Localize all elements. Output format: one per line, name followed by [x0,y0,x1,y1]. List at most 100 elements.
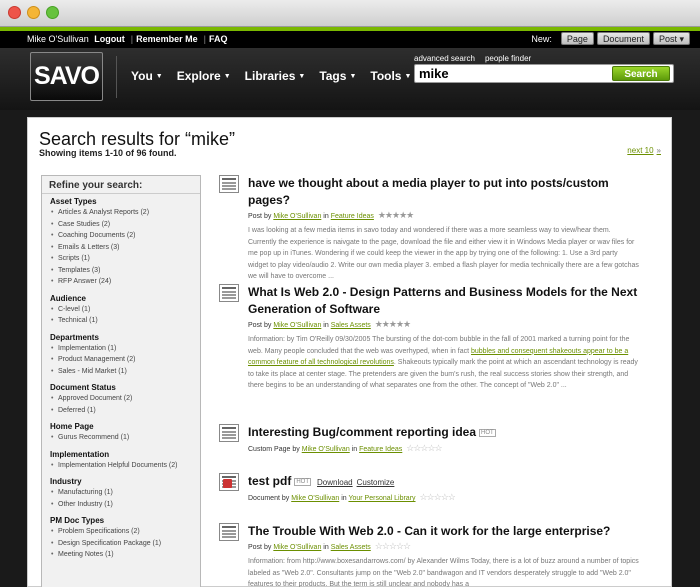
author-link[interactable]: Mike O'Sullivan [291,495,339,502]
title-link[interactable]: test pdf [248,474,291,488]
facet-item[interactable]: Other Industry (1) [50,499,192,511]
facet-item[interactable]: Approved Document (2) [50,393,192,405]
facet-item[interactable]: Implementation (1) [50,343,192,355]
library-link[interactable]: Sales Assets [331,322,371,329]
title-link[interactable]: Interesting Bug/comment reporting idea [248,425,476,439]
chevron-down-icon: ▼ [155,73,163,80]
library-link[interactable]: Feature Ideas [331,213,374,220]
snippet-text: I was looking at a few media items in sa… [248,227,639,280]
facet-item[interactable]: Implementation Helpful Documents (2) [50,460,192,472]
faq-link[interactable]: FAQ [209,34,228,44]
post-icon [219,523,239,541]
zoom-window-button[interactable] [46,6,59,19]
rating-stars-empty-icon[interactable]: ☆☆☆☆☆ [406,443,442,453]
library-link[interactable]: Feature Ideas [359,446,402,453]
result-meta: Post by Mike O'Sullivan in Feature Ideas… [248,210,639,221]
download-link[interactable]: Download [317,478,353,487]
facet-item[interactable]: Manufacturing (1) [50,487,192,499]
facet-group: IndustryManufacturing (1)Other Industry … [50,477,192,510]
result-item: have we thought about a media player to … [219,175,639,283]
facet-group: PM Doc TypesProblem Specifications (2)De… [50,516,192,561]
facet-item[interactable]: Scripts (1) [50,253,192,265]
facet-item[interactable]: Product Management (2) [50,354,192,366]
facet-item[interactable]: Gurus Recommend (1) [50,432,192,444]
facet-item[interactable]: Articles & Analyst Reports (2) [50,207,192,219]
result-snippet: Information: by Tim O'Reilly 09/30/2005 … [248,334,639,392]
page-icon [219,424,239,442]
author-link[interactable]: Mike O'Sullivan [273,213,321,220]
new-document-button[interactable]: Document [596,32,650,45]
chevron-down-icon: ▼ [404,73,412,80]
new-page-button[interactable]: Page [560,32,594,45]
facet-item[interactable]: Emails & Letters (3) [50,242,192,254]
result-meta: Document by Mike O'Sullivan in Your Pers… [248,492,639,503]
top-utility-bar: Mike O'Sullivan Logout | Remember Me | FAQ N… [0,31,700,48]
minimize-window-button[interactable] [27,6,40,19]
result-type: Custom Page by [248,446,300,453]
menu-tags[interactable]: Tags ▼ [319,69,356,83]
author-link[interactable]: Mike O'Sullivan [302,446,350,453]
username: Mike O'Sullivan [27,34,89,44]
result-title[interactable]: The Trouble With Web 2.0 - Can it work f… [248,523,639,540]
result-item: test pdf HOT Download Customize Document by… [219,473,639,503]
rating-stars-empty-icon[interactable]: ☆☆☆☆☆ [419,492,455,502]
rating-stars-icon[interactable]: ★★★★★ [375,319,411,329]
new-post-button[interactable]: Post ▾ [652,32,690,45]
result-item: The Trouble With Web 2.0 - Can it work f… [219,523,639,587]
post-icon [219,284,239,302]
rating-stars-empty-icon[interactable]: ☆☆☆☆☆ [375,541,411,551]
savo-logo[interactable]: SAVO [30,52,103,101]
menu-explore[interactable]: Explore ▼ [177,69,231,83]
search-links: advanced search people finder [414,54,541,63]
results-count: Showing items 1-10 of 96 found. [39,148,177,158]
double-chevron-right-icon: » [656,146,661,155]
facet-item[interactable]: Design Specification Package (1) [50,538,192,550]
facet-item[interactable]: Meeting Notes (1) [50,549,192,561]
facet-item[interactable]: Templates (3) [50,265,192,277]
search-input[interactable] [415,65,605,82]
result-meta: Post by Mike O'Sullivan in Sales Assets … [248,541,639,552]
menu-label: Explore [176,69,221,83]
facet-item[interactable]: RFP Answer (24) [50,276,192,288]
logout-link[interactable]: Logout [94,34,125,44]
menu-label: Tools [370,69,402,83]
in-label: in [323,544,329,551]
library-link[interactable]: Sales Assets [331,544,371,551]
chevron-down-icon: ▼ [298,73,306,80]
customize-link[interactable]: Customize [357,478,395,487]
facet-item[interactable]: Coaching Documents (2) [50,230,192,242]
people-finder-link[interactable]: people finder [485,54,531,63]
facet-item[interactable]: Sales - Mid Market (1) [50,366,192,378]
facet-item[interactable]: Problem Specifications (2) [50,526,192,538]
rating-stars-icon[interactable]: ★★★★★ [378,210,414,220]
chevron-down-icon: ▼ [223,73,231,80]
result-title[interactable]: have we thought about a media player to … [248,175,639,209]
facet-group: Home PageGurus Recommend (1) [50,422,192,444]
author-link[interactable]: Mike O'Sullivan [273,322,321,329]
advanced-search-link[interactable]: advanced search [414,54,475,63]
next-page-link[interactable]: next 10» [627,146,661,155]
result-title[interactable]: What Is Web 2.0 - Design Patterns and Bu… [248,284,639,318]
facet-item[interactable]: Case Studies (2) [50,219,192,231]
result-type: Document by [248,495,290,502]
in-label: in [351,446,358,453]
in-label: in [341,495,347,502]
result-item: Interesting Bug/comment reporting idea HO… [219,424,639,454]
facet-group-title: Home Page [50,422,94,431]
next-label: next 10 [627,146,654,155]
snippet-text: Information: from http://www.boxesandarr… [248,558,639,587]
menu-you[interactable]: You ▼ [131,69,163,83]
author-link[interactable]: Mike O'Sullivan [273,544,321,551]
remember-me-link[interactable]: Remember Me [136,34,198,44]
search-button[interactable]: Search [612,66,670,81]
facet-item[interactable]: Deferred (1) [50,405,192,417]
facet-item[interactable]: Technical (1) [50,315,192,327]
facet-item[interactable]: C-level (1) [50,304,192,316]
facet-group: AudienceC-level (1)Technical (1) [50,294,192,327]
menu-tools[interactable]: Tools ▼ [370,69,411,83]
library-link[interactable]: Your Personal Library [348,495,415,502]
facet-group: Document StatusApproved Document (2)Defe… [50,383,192,416]
close-window-button[interactable] [8,6,21,19]
menu-libraries[interactable]: Libraries ▼ [245,69,306,83]
post-icon [219,175,239,193]
